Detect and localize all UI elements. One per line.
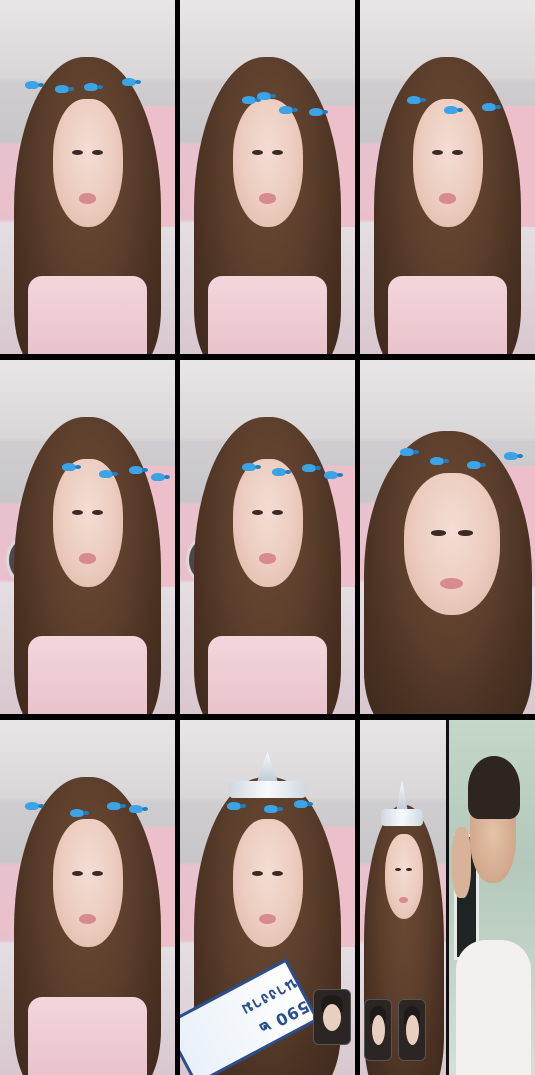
- bird-effect: [198, 798, 347, 834]
- photo-grid: 590 ๒ นางงาม: [0, 0, 535, 1075]
- tile-r2c3: [360, 360, 535, 714]
- bird-effect: [18, 798, 167, 834]
- tile-r1c1: [0, 0, 175, 354]
- tile-r2c2: [180, 360, 355, 714]
- bird-effect: [378, 445, 527, 480]
- bird-effect: [18, 77, 167, 113]
- pip-video-thumbnail[interactable]: [313, 989, 351, 1045]
- tile-r3c1: [0, 720, 175, 1075]
- tile-r2c1: [0, 360, 175, 714]
- bird-effect: [18, 459, 171, 494]
- pip-caller-thumbnail-1[interactable]: [364, 999, 392, 1061]
- tile-r1c3: [360, 0, 535, 354]
- tile-r1c2: [180, 0, 355, 354]
- tile-r3c2: 590 ๒ นางงาม: [180, 720, 355, 1075]
- crown: [229, 751, 306, 799]
- pip-caller-thumbnail-2[interactable]: [398, 999, 426, 1061]
- bird-effect: [198, 459, 347, 494]
- tile-r3c3: [360, 720, 535, 1075]
- video-call-remote-feed: [449, 720, 535, 1075]
- bird-effect: [378, 92, 527, 127]
- bird-effect: [198, 92, 347, 127]
- crown: [381, 779, 423, 827]
